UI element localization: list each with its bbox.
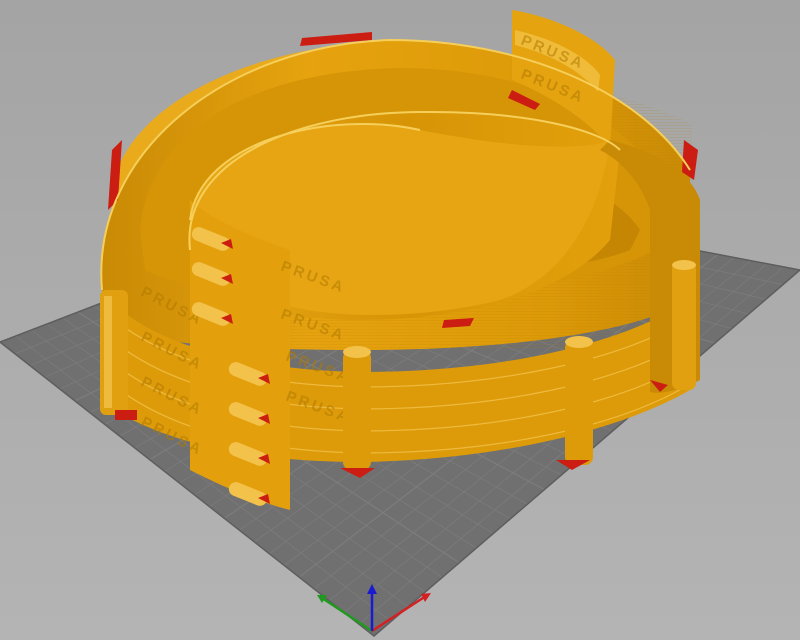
post-far-right [672,260,696,390]
3d-viewport[interactable]: PRUSA PRUSA PRUSA PRUSA PRUSA PRUSA PRUS… [0,0,800,640]
post-center [340,346,375,478]
model-prusa-headbands[interactable]: PRUSA PRUSA PRUSA PRUSA PRUSA PRUSA PRUS… [100,10,700,510]
scene-canvas[interactable]: PRUSA PRUSA PRUSA PRUSA PRUSA PRUSA PRUS… [0,0,800,640]
